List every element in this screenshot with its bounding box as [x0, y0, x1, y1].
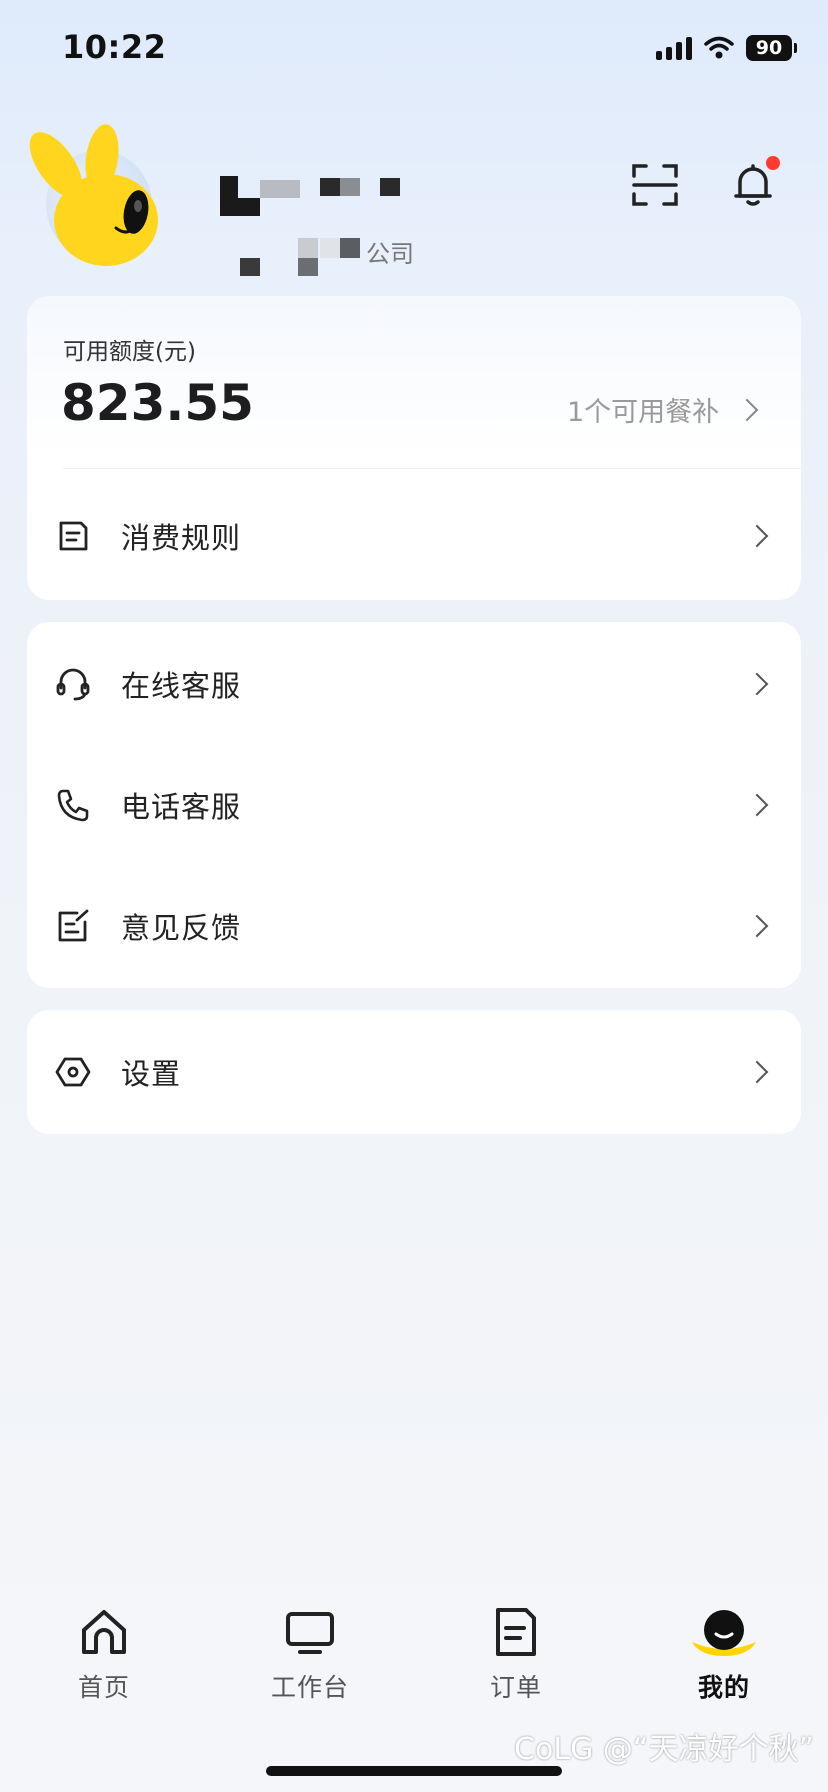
meal-allowance-link[interactable]: 1个可用餐补	[567, 390, 777, 430]
watermark: CoLG @“天凉好个秋”	[514, 1732, 814, 1767]
balance-amount[interactable]: 823.55	[61, 374, 254, 432]
hexagon-settings-icon	[55, 1057, 91, 1087]
tab-workbench[interactable]	[240, 1606, 380, 1662]
avatar[interactable]	[29, 124, 158, 266]
headset-icon	[56, 668, 90, 701]
chevron-right-icon	[745, 672, 769, 696]
tab-home[interactable]	[34, 1606, 174, 1662]
consumption-rules-label: 消费规则	[121, 521, 242, 555]
order-icon	[496, 1608, 536, 1656]
feedback-icon	[58, 909, 89, 942]
tab-orders-label: 订单	[489, 1673, 542, 1702]
status-icons: 90	[656, 34, 797, 62]
mascot-icon	[29, 124, 158, 266]
balance-card: 可用额度(元) 823.55 1个可用餐补 消费规则	[27, 296, 801, 600]
document-icon	[59, 521, 88, 551]
notification-badge	[766, 156, 780, 170]
scan-icon[interactable]	[630, 160, 680, 210]
feedback-label: 意见反馈	[121, 911, 242, 945]
chevron-right-icon	[745, 793, 769, 817]
consumption-rules-item[interactable]: 消费规则	[27, 486, 801, 586]
status-time: 10:22	[62, 28, 167, 66]
feedback-item[interactable]: 意见反馈	[27, 876, 801, 976]
home-indicator[interactable]	[266, 1766, 562, 1776]
chevron-right-icon	[745, 914, 769, 938]
meal-allowance-label: 1个可用餐补	[567, 397, 720, 428]
signal-icon	[656, 36, 692, 60]
home-icon	[82, 1610, 126, 1654]
phone-service-item[interactable]: 电话客服	[27, 755, 801, 855]
tab-home-label: 首页	[77, 1673, 130, 1702]
settings-card: 设置	[27, 1010, 801, 1134]
battery-level: 90	[755, 37, 783, 59]
chevron-right-icon	[735, 398, 759, 422]
user-name-redacted	[220, 176, 420, 216]
online-service-item[interactable]: 在线客服	[27, 634, 801, 734]
chevron-right-icon	[745, 1060, 769, 1084]
divider	[63, 468, 801, 469]
battery-icon: 90	[746, 35, 797, 61]
monitor-icon	[286, 1612, 334, 1654]
tab-me[interactable]	[654, 1606, 794, 1662]
wifi-icon	[704, 36, 734, 59]
me-icon	[692, 1610, 756, 1656]
phone-icon	[57, 789, 89, 822]
service-card: 在线客服 电话客服 意见反馈	[27, 622, 801, 988]
online-service-label: 在线客服	[121, 669, 242, 703]
phone-service-label: 电话客服	[121, 790, 242, 824]
tab-me-label: 我的	[697, 1673, 750, 1702]
settings-label: 设置	[121, 1057, 182, 1091]
tab-workbench-label: 工作台	[270, 1673, 349, 1702]
balance-label: 可用额度(元)	[63, 339, 196, 365]
chevron-right-icon	[745, 524, 769, 548]
settings-item[interactable]: 设置	[27, 1022, 801, 1122]
tab-orders[interactable]	[446, 1606, 586, 1662]
company-suffix: 公司	[366, 240, 414, 268]
